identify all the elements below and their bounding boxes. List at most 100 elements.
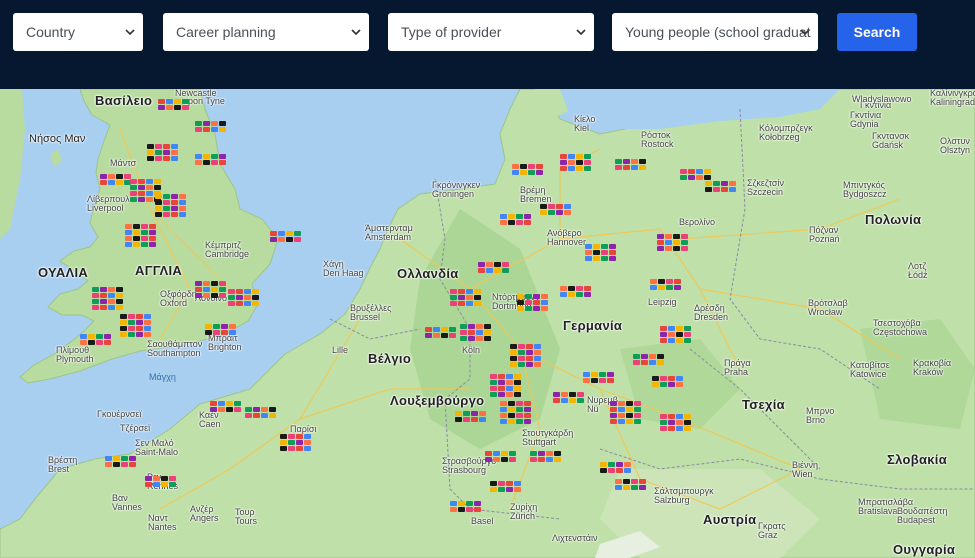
provider-marker[interactable] [526,344,533,349]
provider-marker[interactable] [564,204,571,209]
provider-marker[interactable] [676,326,683,331]
provider-marker[interactable] [508,214,515,219]
provider-marker[interactable] [660,326,667,331]
provider-marker[interactable] [120,326,127,331]
provider-marker[interactable] [593,250,600,255]
provider-marker[interactable] [583,372,590,377]
provider-marker[interactable] [463,411,470,416]
provider-marker[interactable] [149,236,156,241]
provider-marker[interactable] [108,305,115,310]
provider-marker[interactable] [296,434,303,439]
provider-marker-cluster[interactable] [280,434,311,451]
provider-marker[interactable] [171,150,178,155]
provider-marker[interactable] [490,374,497,379]
provider-marker[interactable] [660,382,667,387]
provider-marker[interactable] [478,262,485,267]
provider-marker[interactable] [540,210,547,215]
provider-marker[interactable] [510,356,517,361]
provider-marker[interactable] [221,330,228,335]
provider-marker[interactable] [514,392,521,397]
provider-marker[interactable] [657,354,664,359]
provider-marker[interactable] [169,482,176,487]
provider-marker[interactable] [510,344,517,349]
provider-marker[interactable] [705,181,712,186]
provider-marker[interactable] [518,344,525,349]
provider-marker[interactable] [673,246,680,251]
provider-marker[interactable] [525,306,532,311]
provider-marker[interactable] [228,301,235,306]
provider-marker[interactable] [252,295,259,300]
provider-marker[interactable] [494,268,501,273]
provider-marker[interactable] [510,350,517,355]
provider-marker-cluster[interactable] [425,327,456,338]
provider-marker[interactable] [213,324,220,329]
provider-marker[interactable] [158,99,165,104]
provider-marker[interactable] [641,360,648,365]
provider-marker[interactable] [490,392,497,397]
provider-marker[interactable] [536,170,543,175]
provider-marker[interactable] [100,180,107,185]
provider-marker[interactable] [668,420,675,425]
provider-marker[interactable] [576,166,583,171]
provider-marker[interactable] [584,166,591,171]
provider-marker[interactable] [479,417,486,422]
provider-marker[interactable] [455,411,462,416]
provider-marker-cluster[interactable] [600,462,631,473]
provider-marker[interactable] [508,220,515,225]
provider-marker[interactable] [533,300,540,305]
provider-marker[interactable] [610,401,617,406]
provider-marker[interactable] [280,446,287,451]
provider-marker[interactable] [155,194,162,199]
provider-marker[interactable] [179,206,186,211]
provider-marker-cluster[interactable] [500,214,531,225]
provider-marker[interactable] [211,293,218,298]
provider-marker[interactable] [681,234,688,239]
provider-marker[interactable] [639,479,646,484]
provider-marker[interactable] [161,482,168,487]
provider-marker[interactable] [229,324,236,329]
provider-marker[interactable] [681,246,688,251]
provider-marker[interactable] [684,332,691,337]
provider-marker[interactable] [524,220,531,225]
provider-marker[interactable] [163,144,170,149]
provider-marker[interactable] [141,236,148,241]
provider-marker[interactable] [203,160,210,165]
provider-marker-cluster[interactable] [652,376,683,387]
provider-marker[interactable] [649,354,656,359]
provider-marker[interactable] [450,301,457,306]
provider-marker-cluster[interactable] [490,374,521,397]
provider-marker[interactable] [458,501,465,506]
provider-marker-cluster[interactable] [210,401,241,412]
provider-marker[interactable] [100,293,107,298]
provider-marker[interactable] [576,292,583,297]
provider-marker[interactable] [601,250,608,255]
provider-marker[interactable] [100,299,107,304]
provider-marker[interactable] [666,285,673,290]
provider-marker-cluster[interactable] [100,174,131,185]
provider-marker[interactable] [553,398,560,403]
provider-marker[interactable] [533,306,540,311]
provider-marker[interactable] [171,144,178,149]
provider-marker[interactable] [163,194,170,199]
provider-marker[interactable] [219,160,226,165]
provider-marker[interactable] [626,413,633,418]
provider-marker[interactable] [618,407,625,412]
provider-marker[interactable] [658,279,665,284]
provider-marker[interactable] [526,350,533,355]
provider-marker[interactable] [584,154,591,159]
provider-marker[interactable] [618,413,625,418]
provider-marker[interactable] [460,330,467,335]
provider-marker[interactable] [676,376,683,381]
provider-marker[interactable] [130,185,137,190]
provider-marker[interactable] [554,451,561,456]
provider-marker[interactable] [615,479,622,484]
provider-marker[interactable] [471,411,478,416]
provider-marker[interactable] [508,413,515,418]
provider-marker[interactable] [146,191,153,196]
provider-marker[interactable] [478,268,485,273]
provider-marker[interactable] [229,330,236,335]
provider-marker[interactable] [171,200,178,205]
provider-marker[interactable] [450,295,457,300]
provider-marker[interactable] [560,154,567,159]
provider-marker[interactable] [518,356,525,361]
